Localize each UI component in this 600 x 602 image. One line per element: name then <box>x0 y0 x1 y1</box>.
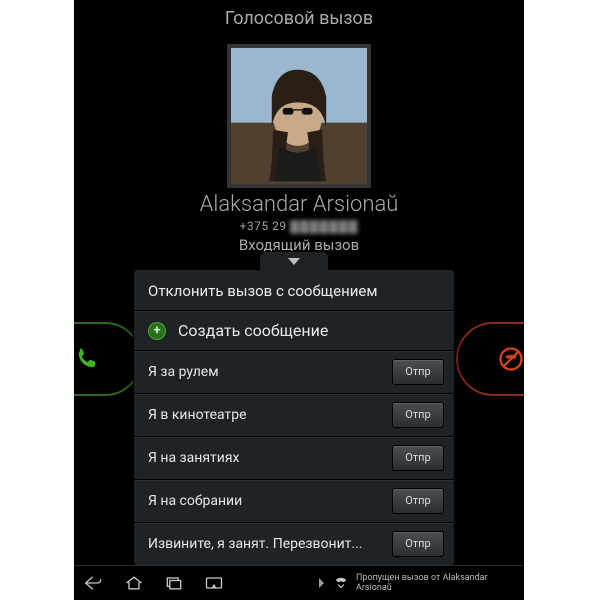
screenshot-icon <box>204 574 224 592</box>
phone-icon <box>74 345 101 373</box>
nav-back-button[interactable] <box>74 566 114 600</box>
nav-screenshot-button[interactable] <box>194 566 234 600</box>
system-navbar: Пропущен вызов от Alaksandar Arsionaŭ <box>74 565 524 600</box>
notification-caret[interactable] <box>314 578 328 588</box>
quick-reply-text: Я на собрании <box>148 493 382 509</box>
send-button[interactable]: Отпр <box>392 359 444 385</box>
quick-reply-row[interactable]: Я за рулем Отпр <box>134 351 454 394</box>
quick-reply-text: Я за рулем <box>148 364 382 380</box>
screen-title: Голосовой вызов <box>74 8 524 29</box>
quick-reply-row[interactable]: Извините, я занят. Перезвонит... Отпр <box>134 523 454 565</box>
recent-apps-icon <box>164 574 184 592</box>
panel-collapse-handle[interactable] <box>260 252 328 270</box>
compose-message-row[interactable]: + Создать сообщение <box>134 311 454 351</box>
answer-button[interactable] <box>74 322 142 396</box>
reject-panel-title: Отклонить вызов с сообщением <box>134 270 454 311</box>
quick-reply-text: Извините, я занят. Перезвонит... <box>148 536 382 552</box>
missed-call-icon <box>332 574 350 592</box>
back-icon <box>84 574 104 592</box>
send-button[interactable]: Отпр <box>392 488 444 514</box>
nav-recent-button[interactable] <box>154 566 194 600</box>
avatar-image <box>231 48 367 184</box>
quick-reply-row[interactable]: Я в кинотеатре Отпр <box>134 394 454 437</box>
phone-prefix: +375 29 <box>240 219 287 233</box>
quick-reply-row[interactable]: Я на занятиях Отпр <box>134 437 454 480</box>
caller-phone: +375 29 ▓▓▓▓▓▓▓ <box>74 219 524 233</box>
compose-message-label: Создать сообщение <box>178 321 328 340</box>
reject-button[interactable] <box>456 322 524 396</box>
nav-home-button[interactable] <box>114 566 154 600</box>
missed-call-notification[interactable]: Пропущен вызов от Alaksandar Arsionaŭ <box>332 573 524 593</box>
send-button[interactable]: Отпр <box>392 531 444 557</box>
caret-right-icon <box>319 578 324 588</box>
notification-text: Пропущен вызов от Alaksandar Arsionaŭ <box>356 573 516 593</box>
plus-icon: + <box>148 322 166 340</box>
caller-avatar <box>227 44 371 188</box>
call-screen: Голосовой вызов Alaksandar Arsionaŭ +375… <box>74 0 524 600</box>
phone-slash-icon <box>497 345 524 373</box>
quick-reply-text: Я в кинотеатре <box>148 407 382 423</box>
quick-reply-text: Я на занятиях <box>148 450 382 466</box>
reject-with-message-panel: Отклонить вызов с сообщением + Создать с… <box>134 270 454 565</box>
chevron-down-icon <box>288 258 300 265</box>
home-icon <box>124 574 144 592</box>
send-button[interactable]: Отпр <box>392 445 444 471</box>
quick-reply-row[interactable]: Я на собрании Отпр <box>134 480 454 523</box>
caller-name: Alaksandar Arsionaŭ <box>74 192 524 217</box>
send-button[interactable]: Отпр <box>392 402 444 428</box>
phone-masked: ▓▓▓▓▓▓▓ <box>290 219 358 233</box>
